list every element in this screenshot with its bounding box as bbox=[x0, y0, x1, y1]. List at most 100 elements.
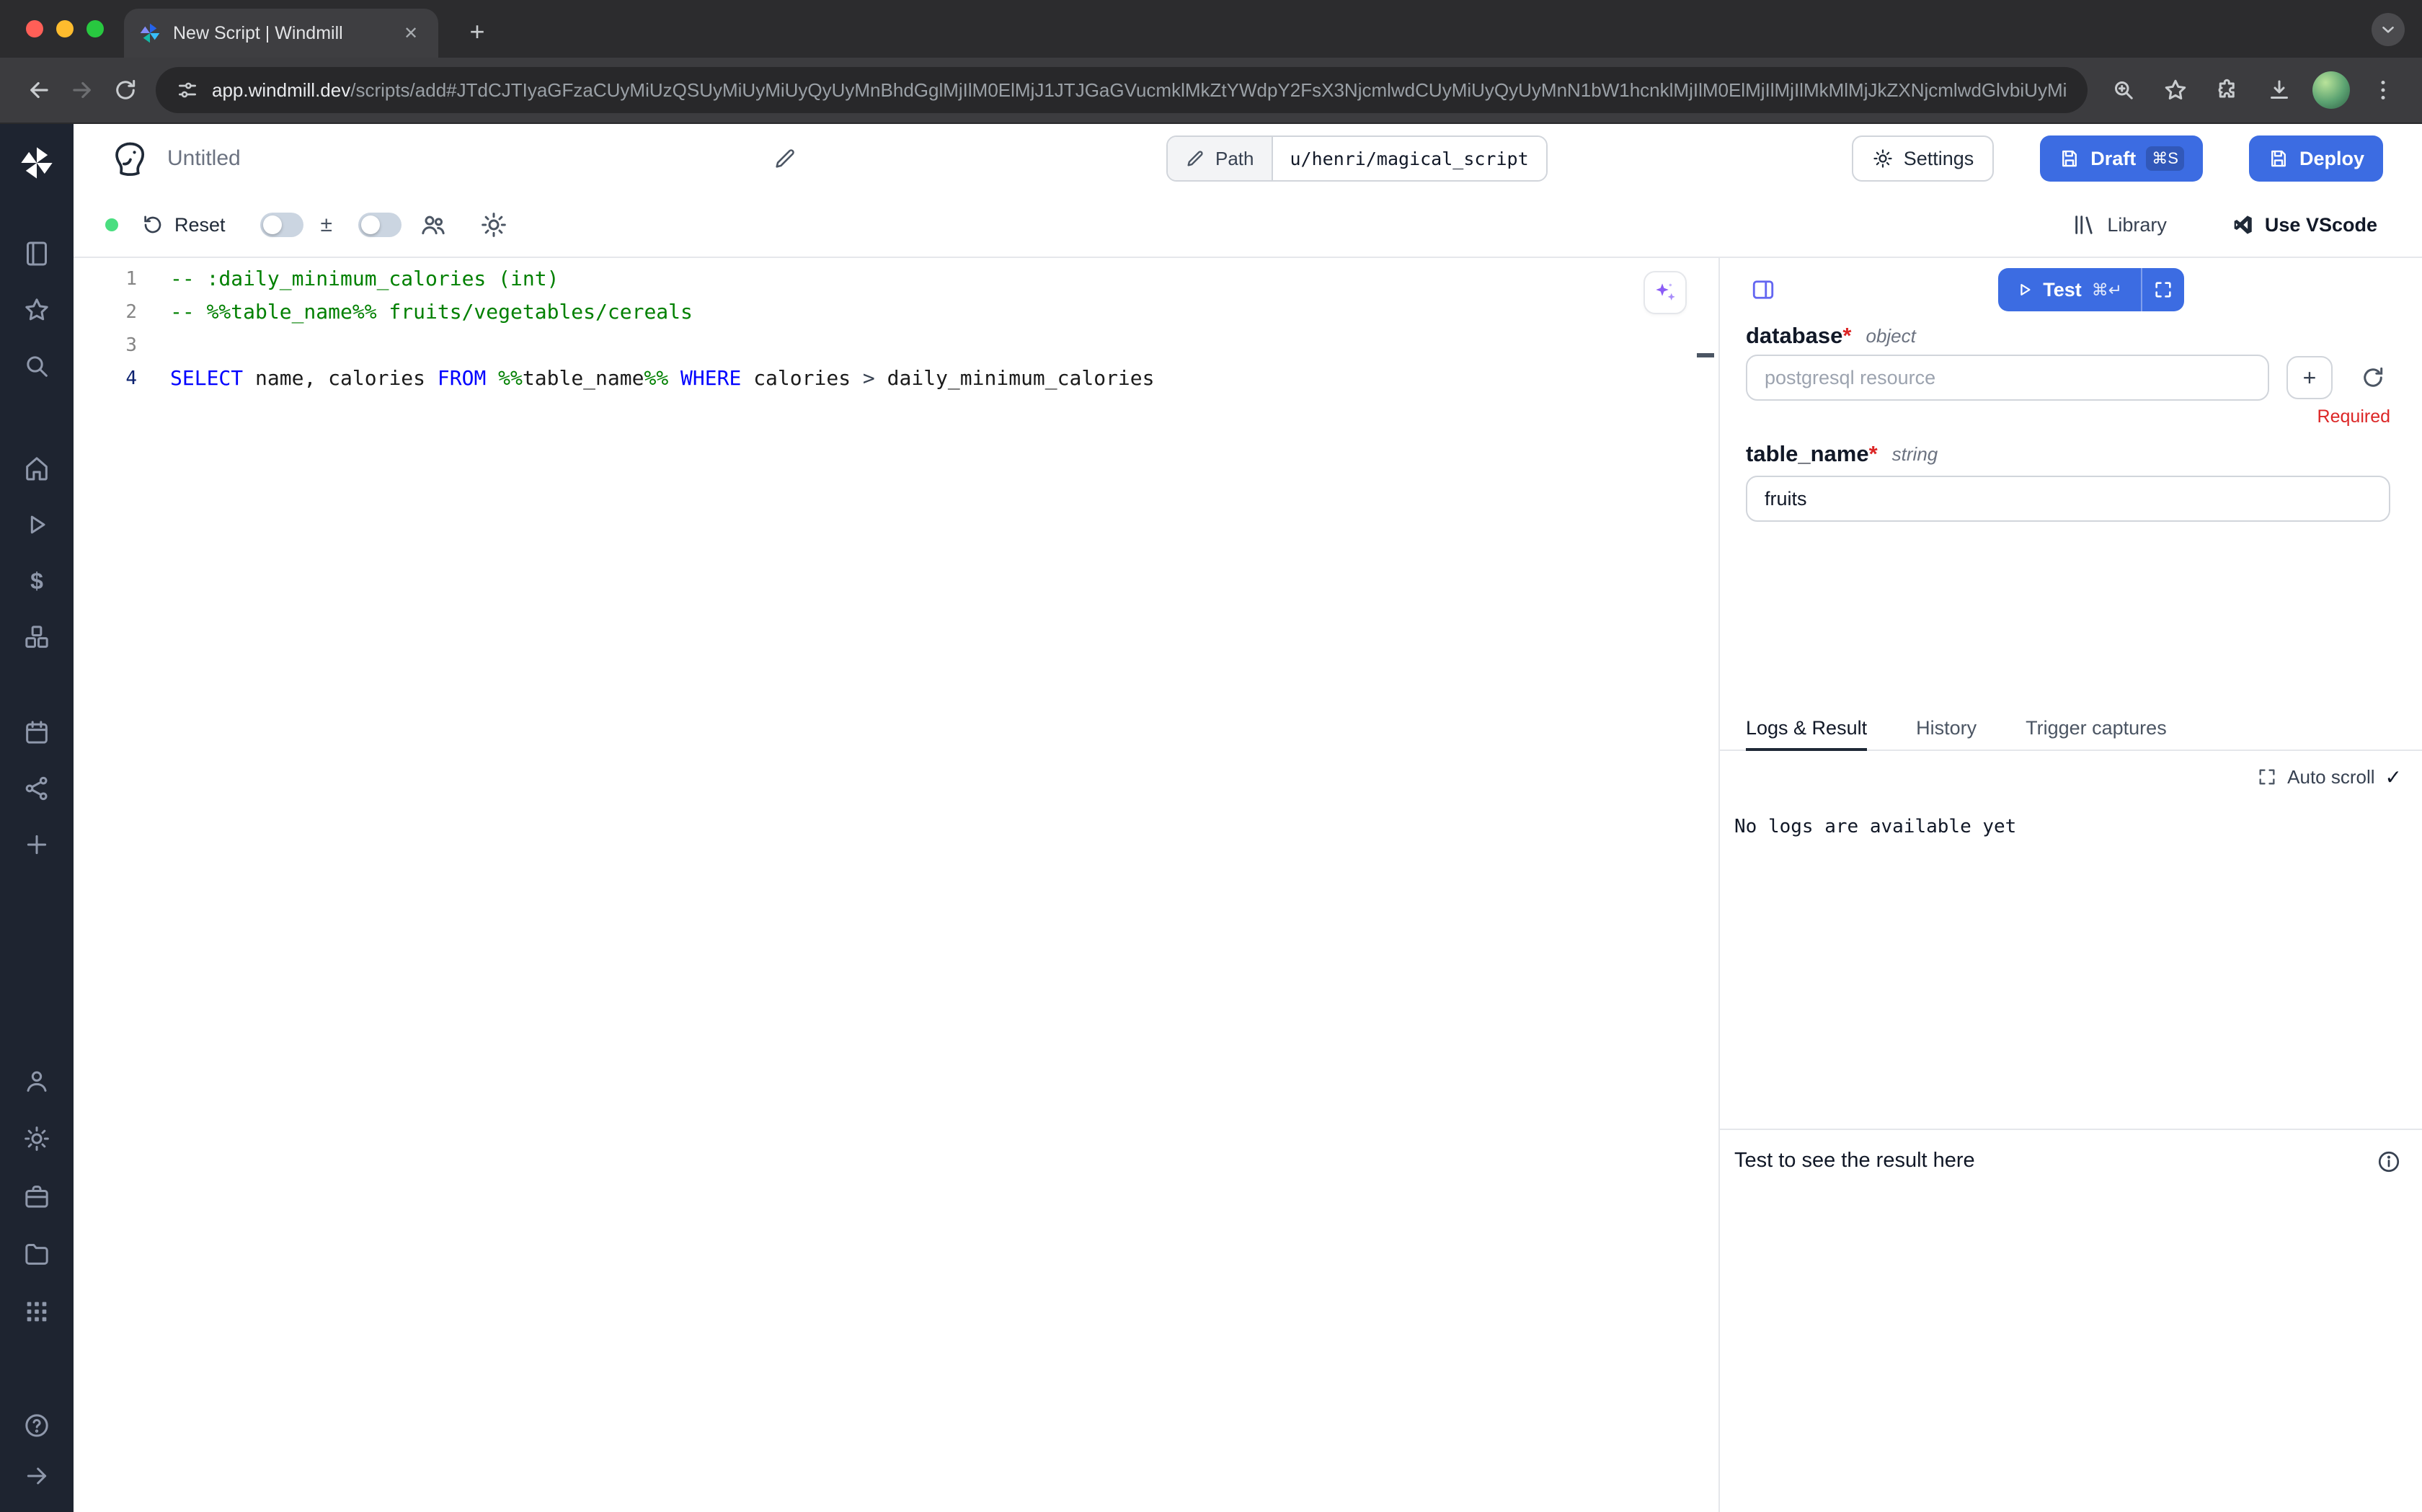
sidebar-item-home[interactable] bbox=[19, 451, 54, 486]
sidebar-item-help[interactable] bbox=[19, 1408, 54, 1443]
check-icon[interactable]: ✓ bbox=[2385, 765, 2402, 789]
code-line[interactable]: -- :daily_minimum_calories (int) bbox=[170, 262, 1718, 295]
help-icon bbox=[22, 1411, 51, 1440]
sidebar-item-account[interactable] bbox=[19, 1064, 54, 1098]
sidebar-item-scripts[interactable] bbox=[19, 236, 54, 271]
path-label-segment: Path bbox=[1168, 137, 1273, 180]
tab-trigger-captures[interactable]: Trigger captures bbox=[2026, 711, 2167, 751]
required-asterisk: * bbox=[1869, 441, 1878, 466]
script-title-input[interactable] bbox=[167, 146, 773, 171]
sidebar-collapse-button[interactable] bbox=[19, 1459, 54, 1493]
path-chip[interactable]: Path u/henri/magical_script bbox=[1166, 135, 1548, 182]
header-actions: Settings Draft ⌘S Deploy bbox=[1852, 135, 2383, 182]
toggle-diff-mode[interactable] bbox=[260, 213, 303, 237]
sidebar-item-schedules[interactable] bbox=[19, 715, 54, 750]
minimize-window-button[interactable] bbox=[56, 20, 74, 37]
sidebar-item-folders[interactable] bbox=[19, 1237, 54, 1271]
reset-button[interactable]: Reset bbox=[141, 213, 226, 236]
autoscroll-label[interactable]: Auto scroll bbox=[2287, 766, 2374, 788]
site-settings-icon[interactable] bbox=[176, 79, 199, 102]
library-label: Library bbox=[2107, 214, 2167, 236]
sidebar-group-bottom bbox=[19, 1408, 54, 1493]
reload-icon bbox=[112, 77, 138, 103]
library-button[interactable]: Library bbox=[2072, 213, 2167, 237]
code-line[interactable]: -- %%table_name%% fruits/vegetables/cere… bbox=[170, 295, 1718, 329]
sidebar-item-triggers[interactable] bbox=[19, 771, 54, 806]
sidebar-item-search[interactable] bbox=[19, 349, 54, 383]
database-resource-input[interactable] bbox=[1746, 355, 2269, 401]
calendar-icon bbox=[22, 718, 51, 747]
profile-avatar[interactable] bbox=[2312, 71, 2350, 109]
script-toolbar: Reset ± Library Use VScode bbox=[74, 193, 2422, 258]
browser-action-icons bbox=[2102, 68, 2405, 112]
sidebar-item-settings[interactable] bbox=[19, 1121, 54, 1156]
code-line[interactable] bbox=[170, 329, 1718, 362]
logs-area bbox=[1720, 845, 2422, 1129]
code-editor[interactable]: 1234 -- :daily_minimum_calories (int)-- … bbox=[74, 258, 1720, 1512]
table-field-label: table_name* bbox=[1746, 441, 1878, 467]
ai-assistant-button[interactable] bbox=[1644, 271, 1687, 314]
panel-right-icon bbox=[1750, 277, 1776, 303]
browser-menu-button[interactable] bbox=[2361, 68, 2405, 112]
boxes-icon bbox=[22, 623, 51, 652]
toggle-multiplayer[interactable] bbox=[358, 213, 402, 237]
close-window-button[interactable] bbox=[26, 20, 43, 37]
required-asterisk: * bbox=[1842, 323, 1851, 348]
use-vscode-button[interactable]: Use VScode bbox=[2230, 213, 2377, 237]
arrow-right-icon bbox=[22, 1462, 51, 1490]
windmill-logo-icon[interactable] bbox=[18, 144, 56, 182]
share-nodes-icon bbox=[22, 774, 51, 803]
sidebar-item-favorites[interactable] bbox=[19, 293, 54, 327]
edit-title-pencil-icon[interactable] bbox=[773, 146, 797, 171]
settings-button[interactable]: Settings bbox=[1852, 135, 1995, 182]
new-tab-button[interactable]: + bbox=[458, 13, 496, 50]
required-hint: Required bbox=[1746, 406, 2390, 430]
browser-tab[interactable]: New Script | Windmill ✕ bbox=[124, 9, 438, 58]
path-value: u/henri/magical_script bbox=[1273, 137, 1546, 180]
reset-label: Reset bbox=[174, 214, 226, 236]
collapse-panel-button[interactable] bbox=[1746, 272, 1780, 307]
toolbar-right: Library Use VScode bbox=[2072, 213, 2377, 237]
table-field-label-row: table_name* string bbox=[1746, 438, 2390, 470]
dollar-icon: $ bbox=[30, 569, 43, 592]
sidebar-item-workers[interactable] bbox=[19, 1179, 54, 1214]
line-number: 4 bbox=[74, 362, 137, 395]
code-lines[interactable]: -- :daily_minimum_calories (int)-- %%tab… bbox=[170, 258, 1718, 1512]
back-button[interactable] bbox=[17, 68, 61, 112]
sidebar-item-variables[interactable]: $ bbox=[19, 564, 54, 598]
sidebar: $ bbox=[0, 124, 74, 1512]
fullscreen-window-button[interactable] bbox=[86, 20, 104, 37]
sidebar-item-apps[interactable] bbox=[19, 1294, 54, 1329]
sidebar-group-admin bbox=[19, 1064, 54, 1329]
add-resource-button[interactable]: + bbox=[2286, 356, 2333, 399]
table-name-input[interactable] bbox=[1746, 476, 2390, 522]
editor-settings-gear-icon[interactable] bbox=[479, 210, 508, 239]
expand-test-button[interactable] bbox=[2141, 268, 2184, 311]
tab-search-button[interactable] bbox=[2372, 13, 2405, 46]
bookmark-button[interactable] bbox=[2154, 68, 2197, 112]
info-icon[interactable] bbox=[2376, 1149, 2402, 1175]
forward-button[interactable] bbox=[61, 68, 104, 112]
test-button[interactable]: Test ⌘↵ bbox=[1998, 268, 2141, 311]
address-bar[interactable]: app.windmill.dev/scripts/add#JTdCJTIyaGF… bbox=[156, 67, 2088, 113]
result-area: Test to see the result here bbox=[1720, 1129, 2422, 1512]
deploy-button[interactable]: Deploy bbox=[2249, 135, 2383, 182]
sidebar-item-runs[interactable] bbox=[19, 507, 54, 542]
pencil-icon bbox=[1185, 148, 1205, 169]
extensions-button[interactable] bbox=[2206, 68, 2249, 112]
zoom-button[interactable] bbox=[2102, 68, 2145, 112]
script-header: Path u/henri/magical_script Settings Dra… bbox=[74, 124, 2422, 193]
refresh-resources-button[interactable] bbox=[2356, 360, 2390, 395]
draft-button[interactable]: Draft ⌘S bbox=[2040, 135, 2203, 182]
code-line[interactable]: SELECT name, calories FROM %%table_name%… bbox=[170, 362, 1718, 395]
tab-history[interactable]: History bbox=[1916, 711, 1977, 751]
expand-logs-icon[interactable] bbox=[2257, 767, 2277, 787]
users-icon[interactable] bbox=[419, 210, 448, 239]
tab-close-icon[interactable]: ✕ bbox=[398, 20, 424, 46]
downloads-button[interactable] bbox=[2258, 68, 2301, 112]
sidebar-item-resources[interactable] bbox=[19, 620, 54, 654]
tab-logs-result[interactable]: Logs & Result bbox=[1746, 711, 1867, 751]
library-icon bbox=[2072, 213, 2097, 237]
reload-button[interactable] bbox=[104, 68, 147, 112]
sidebar-item-create[interactable] bbox=[19, 827, 54, 862]
